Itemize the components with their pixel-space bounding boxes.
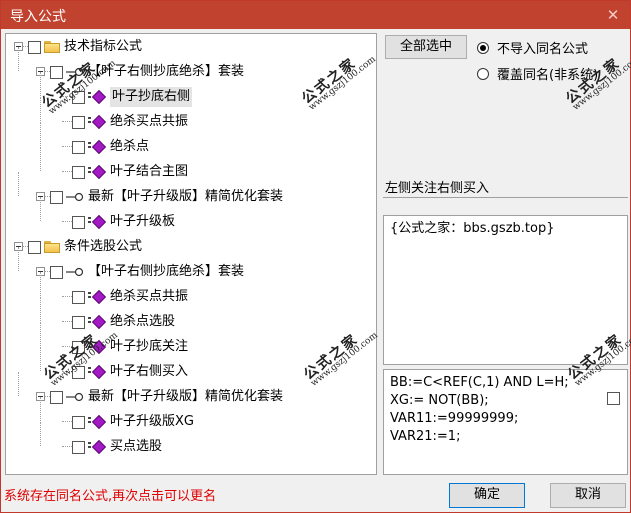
tree-node-item[interactable]: 买点选股 [72,436,162,458]
code-line: BB:=C<REF(C,1) AND L=H; [390,375,569,390]
tree-checkbox[interactable] [72,165,85,179]
tree-node-label: 绝杀点 [110,139,150,154]
radio-skip-same-name-label: 不导入同名公式 [497,42,589,57]
tree-checkbox[interactable] [72,140,85,154]
formula-set-icon [66,267,84,277]
tree-node-label: 绝杀买点共振 [110,114,189,129]
tree-checkbox[interactable] [72,215,85,229]
tree-checkbox[interactable] [72,115,85,129]
tree-node-label: 买点选股 [110,439,163,454]
tree-node-item[interactable]: 绝杀点选股 [72,311,175,333]
tree-node-item[interactable]: 绝杀点 [72,136,149,158]
info-box: {公式之家：bbs.gszb.top} [383,215,628,365]
tree-node-item[interactable]: 绝杀买点共振 [72,286,188,308]
formula-item-icon [88,214,107,230]
tree-connector [40,72,41,96]
tree-node-set[interactable]: 【叶子右侧抄底绝杀】套装 [50,261,244,283]
cancel-button[interactable]: 取消 [550,483,626,508]
tree-node-set[interactable]: 最新【叶子升级版】精简优化套装 [50,186,283,208]
tree-node-label: 绝杀买点共振 [110,289,189,304]
tree-node-label: 最新【叶子升级版】精简优化套装 [88,389,284,404]
info-text: {公式之家：bbs.gszb.top} [390,221,555,236]
tree-node-item[interactable]: 叶子抄底右侧 [72,86,193,108]
tree-checkbox[interactable] [50,390,63,404]
formula-item-icon [88,364,107,380]
tree-checkbox[interactable] [50,265,63,279]
tree-checkbox[interactable] [50,190,63,204]
formula-item-icon [88,164,107,180]
radio-skip-same-name-indicator[interactable] [477,41,489,54]
tree-node-folder[interactable]: 技术指标公式 [28,36,142,58]
radio-overwrite-same-name-indicator[interactable] [477,67,489,80]
tree-node-label: 条件选股公式 [64,239,143,254]
tree-node-label: 绝杀点选股 [110,314,176,329]
tree-node-label: 叶子升级版XG [110,414,194,429]
import-formula-dialog: 导入公式 ✕ 技术指标公式【叶子右侧抄底绝杀】套装 叶子抄底右侧绝杀买点共振 绝杀点… [0,0,631,513]
tree-node-item[interactable]: 叶子升级版XG [72,411,194,433]
folder-icon [44,241,60,253]
tree-node-label: 叶子右侧买入 [110,364,189,379]
window-title: 导入公式 [10,9,66,25]
status-message: 系统存在同名公式,再次点击可以更名 [4,489,217,504]
tree-node-item[interactable]: 叶子升级板 [72,211,175,233]
code-line: XG:= NOT(BB); [390,393,489,408]
tree-connector [40,147,41,171]
tree-connector [40,347,41,371]
tree-checkbox[interactable] [72,290,85,304]
tree-connector [40,272,41,296]
tree-connector [40,122,41,146]
code-line: VAR21:=1; [390,429,461,444]
formula-item-icon [88,439,107,455]
tree-connector [40,397,41,421]
tree-connector [18,372,19,396]
tree-checkbox[interactable] [72,315,85,329]
folder-icon [44,41,60,53]
formula-item-icon [88,89,107,105]
code-line: VAR11:=99999999; [390,411,519,426]
tree-connector [18,47,19,71]
tree-node-label: 叶子结合主图 [110,164,189,179]
formula-item-icon [88,414,107,430]
select-all-button[interactable]: 全部选中 [385,35,467,59]
tree-checkbox[interactable] [72,440,85,454]
tree-checkbox[interactable] [50,65,63,79]
tree-checkbox[interactable] [72,415,85,429]
tree-connector [40,322,41,346]
tree-connector [40,197,41,221]
description-text: 左侧关注右侧买入 [385,181,490,196]
tree-node-set[interactable]: 最新【叶子升级版】精简优化套装 [50,386,283,408]
close-icon[interactable]: ✕ [602,4,624,26]
code-box-checkbox[interactable] [607,392,620,405]
formula-item-icon [88,289,107,305]
description-divider [383,197,628,198]
tree-node-item[interactable]: 叶子结合主图 [72,161,188,183]
formula-item-icon [88,114,107,130]
tree-connector [40,422,41,446]
ok-button[interactable]: 确定 [449,483,525,508]
tree-node-item[interactable]: 绝杀买点共振 [72,111,188,133]
tree-connector [40,297,41,321]
radio-skip-same-name[interactable]: 不导入同名公式 [477,38,588,57]
tree-checkbox[interactable] [28,240,41,254]
formula-set-icon [66,392,84,402]
tree-node-folder[interactable]: 条件选股公式 [28,236,142,258]
title-bar: 导入公式 ✕ [1,1,630,29]
tree-node-label: 【叶子右侧抄底绝杀】套装 [88,264,245,279]
code-box[interactable]: BB:=C<REF(C,1) AND L=H; XG:= NOT(BB); VA… [383,369,628,475]
tree-connector [18,247,19,271]
tree-node-item[interactable]: 叶子右侧买入 [72,361,188,383]
tree-node-label: 叶子抄底关注 [110,339,189,354]
tree-connector [18,172,19,196]
formula-item-icon [88,139,107,155]
tree-node-label: 叶子抄底右侧 [110,87,193,107]
tree-node-label: 最新【叶子升级版】精简优化套装 [88,189,284,204]
tree-checkbox[interactable] [28,40,41,54]
formula-set-icon [66,192,84,202]
tree-node-label: 叶子升级板 [110,214,176,229]
